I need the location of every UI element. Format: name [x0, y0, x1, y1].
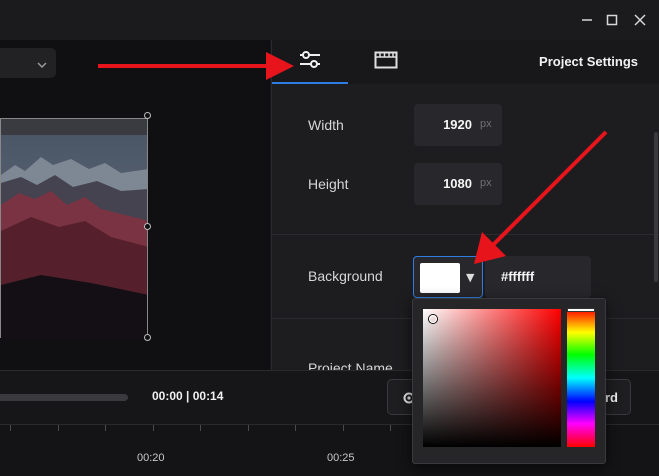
maximize-icon[interactable] — [602, 10, 622, 30]
annotation-arrow-icon — [474, 130, 608, 264]
film-icon — [374, 51, 398, 73]
tab-media[interactable] — [348, 40, 424, 84]
timeline-tick-label: 00:25 — [327, 452, 355, 464]
height-value: 1080 — [443, 176, 472, 191]
resize-handle-right[interactable] — [144, 223, 151, 230]
color-cursor[interactable] — [429, 315, 437, 323]
timeline-tick — [200, 425, 201, 431]
color-swatch — [420, 263, 460, 293]
saturation-value-area[interactable] — [423, 309, 561, 447]
width-label: Width — [308, 117, 344, 133]
playback-time: 00:00 | 00:14 — [152, 389, 224, 403]
caret-down-icon: ▼ — [466, 271, 475, 284]
timeline-tick-label: 00:20 — [137, 452, 165, 464]
color-picker-popover — [412, 298, 606, 464]
panel-tabbar: Project Settings — [272, 40, 659, 84]
panel-scrollbar[interactable] — [654, 132, 658, 282]
hue-slider-handle[interactable] — [567, 308, 595, 312]
timeline-tick — [58, 425, 59, 431]
sliders-icon — [298, 48, 322, 74]
window-titlebar — [0, 0, 659, 40]
hue-slider[interactable] — [567, 309, 595, 447]
preview-area — [0, 40, 270, 370]
resize-handle-top-right[interactable] — [144, 112, 151, 119]
timeline-tick — [248, 425, 249, 431]
hex-value: #ffffff — [501, 269, 535, 284]
annotation-arrow-icon — [98, 52, 294, 80]
width-value: 1920 — [443, 117, 472, 132]
minimize-icon[interactable] — [577, 10, 597, 30]
playback-progress-bar[interactable] — [0, 394, 128, 401]
resolution-dropdown[interactable] — [0, 48, 56, 78]
timeline-tick — [10, 425, 11, 431]
mountain-thumbnail — [1, 135, 147, 339]
timeline-tick — [343, 425, 344, 431]
panel-title: Project Settings — [539, 54, 638, 69]
timeline-tick — [390, 425, 391, 431]
close-icon[interactable] — [630, 10, 650, 30]
resize-handle-bottom-right[interactable] — [144, 334, 151, 341]
timeline-tick — [105, 425, 106, 431]
video-clip-frame[interactable] — [0, 118, 148, 339]
timeline-tick — [295, 425, 296, 431]
background-label: Background — [308, 268, 383, 284]
chevron-down-icon — [36, 56, 48, 75]
timeline-tick — [153, 425, 154, 431]
video-frame-bar — [1, 119, 147, 135]
height-label: Height — [308, 176, 349, 192]
render-button-label: rd — [605, 390, 618, 405]
